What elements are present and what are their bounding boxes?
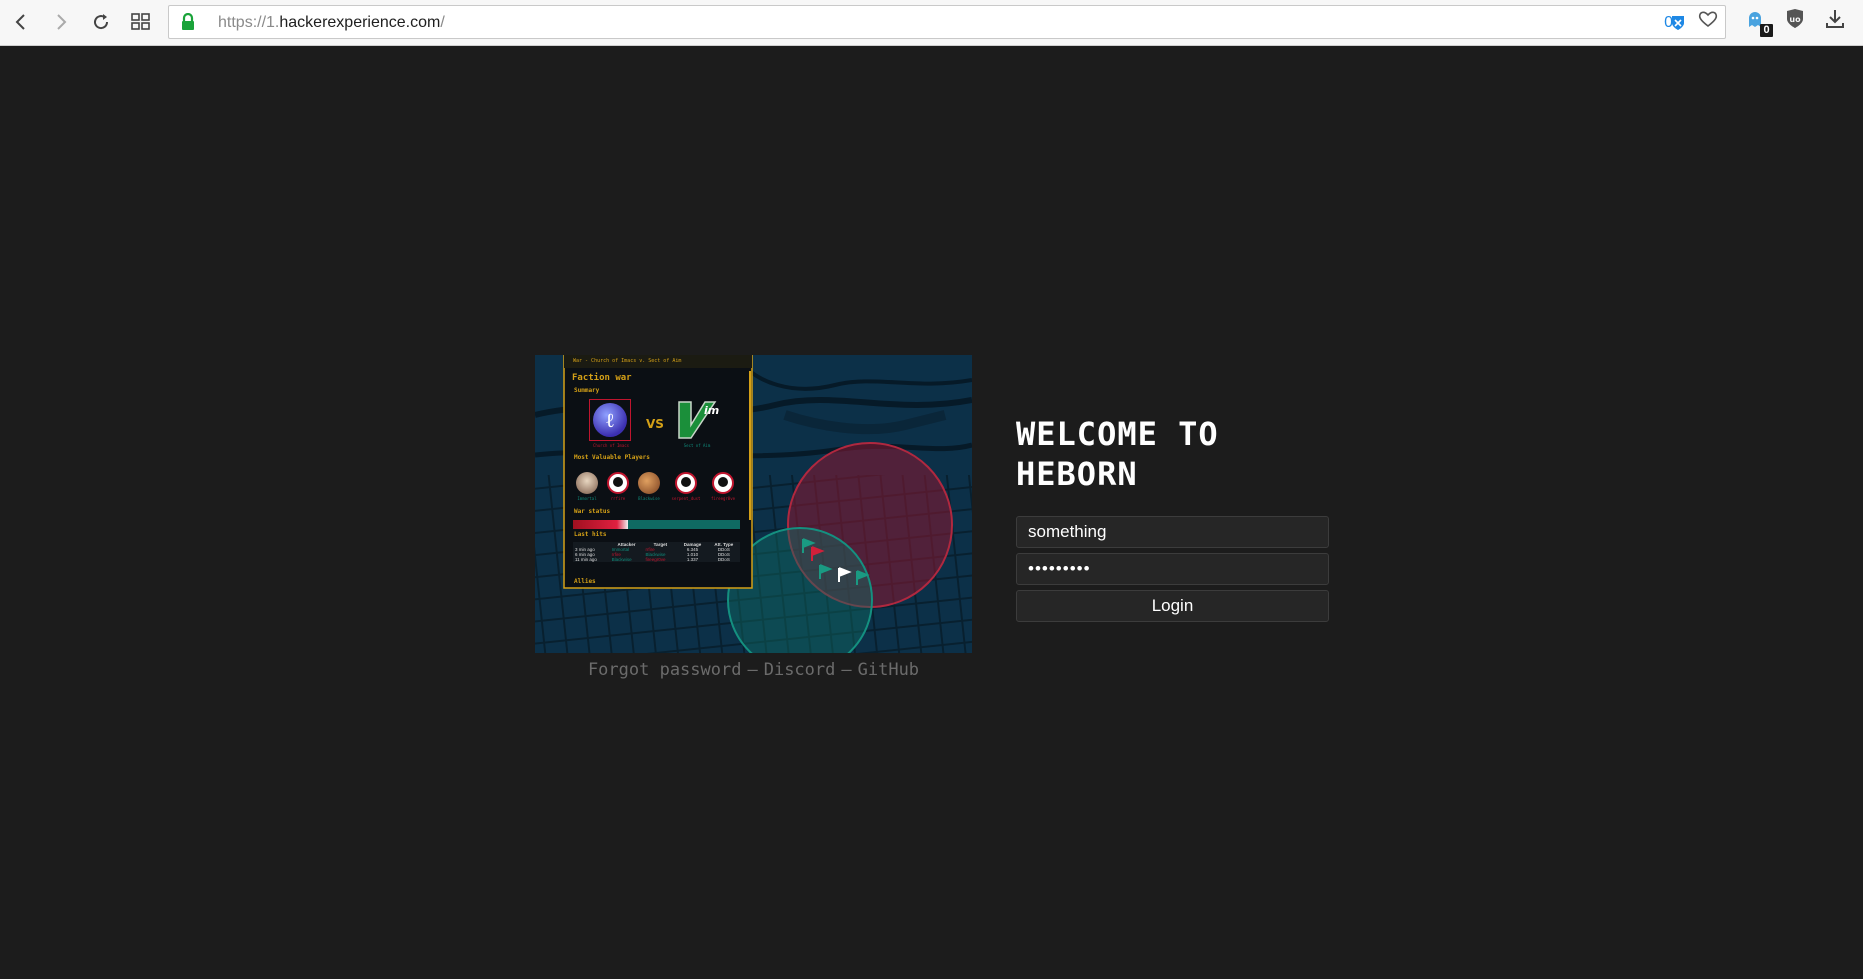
github-link[interactable]: GitHub [858, 660, 919, 680]
war-status-fill [573, 520, 629, 529]
footer-links: Forgot password – Discord – GitHub [535, 660, 972, 680]
war-status-bar [573, 520, 740, 529]
browser-toolbar: https://1.hackerexperience.com/ 0 0 uo [0, 0, 1863, 46]
lock-icon [182, 13, 194, 30]
ublock-icon[interactable]: uo [1786, 9, 1804, 29]
player-name: serpent_dust [671, 496, 701, 501]
avatar [576, 472, 598, 494]
war-status-label: War status [574, 508, 611, 515]
summary-label: Summary [574, 387, 600, 394]
church-of-imacs-logo: ℓ [589, 399, 631, 441]
welcome-heading: WELCOME TO HEBORN [1016, 415, 1219, 493]
svg-text:im: im [704, 404, 719, 417]
avatar [638, 472, 660, 494]
reload-button[interactable] [86, 8, 116, 36]
back-button[interactable] [6, 8, 36, 36]
password-field[interactable] [1016, 553, 1329, 585]
discord-link[interactable]: Discord [764, 660, 836, 680]
shield-icon[interactable] [1671, 15, 1685, 31]
extension-badge: 0 [1760, 24, 1773, 37]
username-field[interactable] [1016, 516, 1329, 548]
player-name: rrfire [610, 496, 626, 501]
imacs-logo-icon: ℓ [593, 403, 627, 437]
game-preview-image: War - Church of Imacs v. Sect of Aim Fac… [535, 355, 972, 653]
player-name: Immortal [577, 496, 597, 501]
last-hits-table: Attacker Target Damage Att. Type 3 min a… [573, 542, 740, 562]
faction-a-name: Church of Imacs [592, 443, 630, 448]
faction-b-name: Sect of Aim [683, 443, 711, 448]
player-name: Blackwise [638, 496, 660, 501]
last-hits-label: Last hits [574, 531, 607, 538]
avatar [712, 472, 734, 494]
allies-label: Allies [574, 578, 596, 585]
arrow-right-icon [57, 14, 67, 30]
mvp-label: Most Valuable Players [574, 454, 650, 461]
reload-icon [94, 14, 109, 30]
avatar [675, 472, 697, 494]
war-panel-title: Faction war [572, 373, 632, 383]
url-text: https://1.hackerexperience.com/ [218, 14, 445, 31]
svg-text:uo: uo [1789, 15, 1801, 24]
download-icon[interactable] [1826, 9, 1844, 29]
table-row: 11 min ago Blackwise fireegr0ve 1.337 DD… [575, 557, 730, 562]
vim-logo-icon: im [678, 401, 719, 439]
address-bar[interactable]: https://1.hackerexperience.com/ 0 [168, 5, 1726, 39]
avatar [607, 472, 629, 494]
forgot-password-link[interactable]: Forgot password [588, 660, 742, 680]
war-window-title: War - Church of Imacs v. Sect of Aim [573, 358, 682, 364]
sect-of-aim-logo: im [675, 399, 719, 441]
login-button[interactable]: Login [1016, 590, 1329, 622]
link-separator: – [747, 660, 758, 680]
grid-icon [131, 13, 150, 30]
heart-icon[interactable] [1698, 10, 1718, 28]
link-separator: – [841, 660, 852, 680]
forward-button[interactable] [46, 8, 76, 36]
speed-dial-button[interactable] [126, 8, 156, 36]
vs-label: VS [646, 417, 664, 431]
player-name: fireegr0ve [710, 496, 736, 501]
arrow-left-icon [15, 14, 25, 30]
